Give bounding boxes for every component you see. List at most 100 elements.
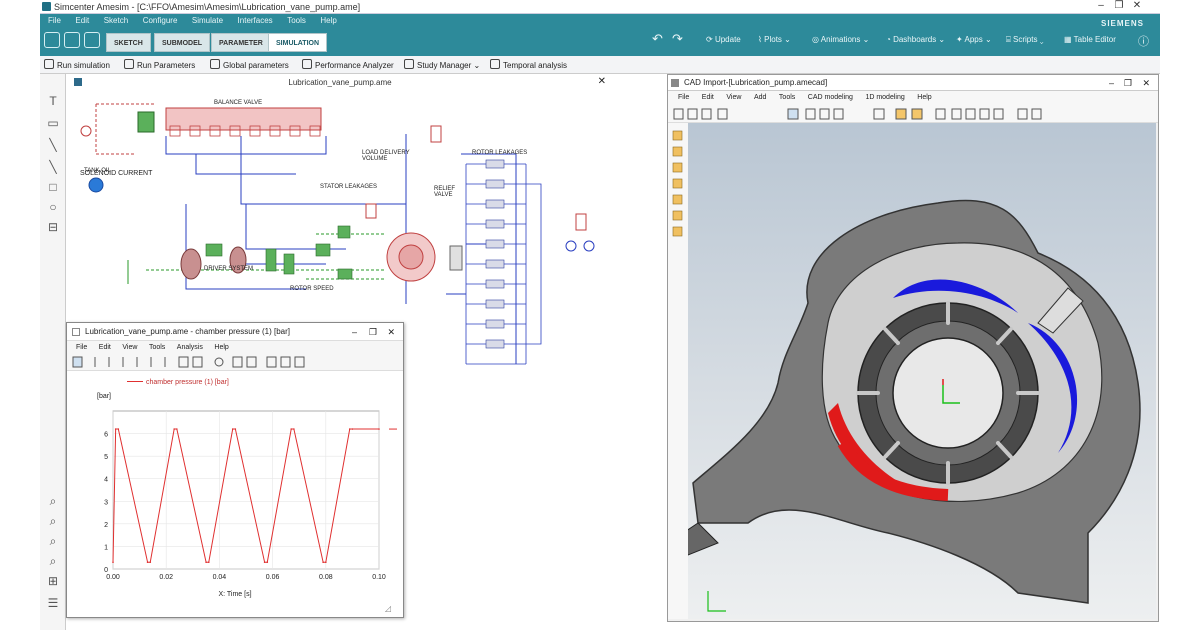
x-tick-label: 0.10 xyxy=(372,574,386,581)
plot-window-icon xyxy=(72,328,80,336)
cad-menu-file[interactable]: File xyxy=(678,94,689,101)
open-folder-icon[interactable] xyxy=(64,32,80,48)
cad-menu-tools[interactable]: Tools xyxy=(779,94,795,101)
label-tank-oil: TANK OIL xyxy=(84,168,111,174)
update-button[interactable]: ⟳ Update xyxy=(706,35,741,44)
menu-configure[interactable]: Configure xyxy=(143,14,178,28)
tab-sketch[interactable]: SKETCH xyxy=(106,33,151,52)
restore-button[interactable]: ❐ xyxy=(1112,0,1126,12)
cad-window-title: CAD Import-[Lubrication_pump.amecad] – ❐… xyxy=(668,75,1158,91)
performance-analyzer-button[interactable]: Performance Analyzer xyxy=(302,59,394,71)
cad-side-toolbar xyxy=(668,123,688,619)
x-tick-label: 0.06 xyxy=(266,574,280,581)
plot-toolbar-icons[interactable] xyxy=(67,353,367,371)
plot-close-button[interactable]: ✕ xyxy=(387,323,395,341)
plot-menu-help[interactable]: Help xyxy=(214,344,228,351)
cad-minimize-button[interactable]: – xyxy=(1109,75,1114,91)
zoom-in-icon[interactable]: ⌕ xyxy=(46,494,60,508)
plot-restore-button[interactable]: ❐ xyxy=(369,323,377,341)
menu-file[interactable]: File xyxy=(48,14,61,28)
library-icon[interactable]: ☰ xyxy=(46,596,60,610)
study-manager-button[interactable]: Study Manager ⌄ xyxy=(404,59,480,71)
plot-menu-file[interactable]: File xyxy=(76,344,87,351)
drawing-tools-panel: T ▭ ╲ ╲ □ ○ ⊟ ⌕ ⌕ ⌕ ⌕ ⊞ ☰ xyxy=(40,74,66,630)
close-button[interactable]: ✕ xyxy=(1130,0,1144,12)
cad-toolbar-icons[interactable] xyxy=(668,105,1068,123)
animations-button[interactable]: ◎ Animations ⌄ xyxy=(812,35,869,44)
data-point xyxy=(234,428,237,430)
plot-menu-analysis[interactable]: Analysis xyxy=(177,344,203,351)
y-tick-label: 6 xyxy=(104,432,108,439)
style-tool-icon[interactable]: ⊟ xyxy=(46,220,60,234)
data-point xyxy=(117,428,120,430)
y-tick-label: 4 xyxy=(104,477,108,484)
scripts-button[interactable]: ⌸ Scripts ⌄ xyxy=(1006,35,1043,45)
cad-menu-1d-modeling[interactable]: 1D modeling xyxy=(865,94,904,101)
tab-parameter[interactable]: PARAMETER xyxy=(211,33,271,52)
menu-simulate[interactable]: Simulate xyxy=(192,14,223,28)
x-tick-label: 0.00 xyxy=(106,574,120,581)
cad-restore-button[interactable]: ❐ xyxy=(1124,75,1132,91)
zoom-fit-icon[interactable]: ⌕ xyxy=(46,534,60,548)
ellipse-tool-icon[interactable]: ○ xyxy=(46,200,60,214)
plot-area[interactable]: [bar] chamber pressure (1) [bar] 0123456… xyxy=(67,371,403,617)
resize-grip-icon[interactable]: ◿ xyxy=(385,604,391,613)
menu-tools[interactable]: Tools xyxy=(287,14,306,28)
data-point xyxy=(263,561,266,564)
global-parameters-button[interactable]: Global parameters xyxy=(210,59,289,71)
data-point xyxy=(231,428,234,430)
zoom-out-icon[interactable]: ⌕ xyxy=(46,514,60,528)
plot-menu-bar: File Edit View Tools Analysis Help xyxy=(67,341,403,353)
cad-menu-add[interactable]: Add xyxy=(754,94,766,101)
app-titlebar: Simcenter Amesim - [C:\FFO\Amesim\Amesim… xyxy=(40,0,1160,14)
minimize-button[interactable]: – xyxy=(1094,0,1108,12)
undo-icon[interactable]: ↶ xyxy=(652,31,663,47)
plot-menu-edit[interactable]: Edit xyxy=(99,344,111,351)
temporal-analysis-button[interactable]: Temporal analysis xyxy=(490,59,567,71)
data-point xyxy=(351,428,354,430)
line-tool-icon[interactable]: ╲ xyxy=(46,138,60,152)
run-simulation-button[interactable]: Run simulation xyxy=(44,59,110,71)
tab-simulation[interactable]: SIMULATION xyxy=(268,33,328,52)
data-point xyxy=(378,428,380,430)
table-editor-button[interactable]: ▦ Table Editor xyxy=(1064,35,1116,44)
plots-button[interactable]: ⌇ Plots ⌄ xyxy=(758,35,791,44)
tab-submodel[interactable]: SUBMODEL xyxy=(154,33,211,52)
x-axis-label: X: Time [s] xyxy=(218,591,252,598)
data-point xyxy=(149,561,152,564)
help-icon[interactable]: ⓘ xyxy=(1138,33,1149,49)
plot-menu-tools[interactable]: Tools xyxy=(149,344,165,351)
plot-minimize-button[interactable]: – xyxy=(352,323,357,341)
run-parameters-button[interactable]: Run Parameters xyxy=(124,59,195,71)
menu-sketch[interactable]: Sketch xyxy=(104,14,128,28)
cad-close-button[interactable]: ✕ xyxy=(1142,75,1150,91)
redo-icon[interactable]: ↷ xyxy=(672,31,683,47)
cad-menu-cad-modeling[interactable]: CAD modeling xyxy=(808,94,853,101)
label-rotor-leakages: ROTOR LEAKAGES xyxy=(472,150,528,156)
dashboards-button[interactable]: ◔ Dashboards ⌄ xyxy=(886,35,945,44)
plot-menu-view[interactable]: View xyxy=(122,344,137,351)
label-balance-valve: BALANCE VALVE xyxy=(214,100,263,106)
polyline-tool-icon[interactable]: ╲ xyxy=(46,160,60,174)
cad-3d-viewport[interactable] xyxy=(667,123,1156,619)
layout-icon[interactable]: ⊞ xyxy=(46,574,60,588)
new-file-icon[interactable] xyxy=(44,32,60,48)
menu-help[interactable]: Help xyxy=(320,14,336,28)
label-driver-system: DRIVER SYSTEM xyxy=(204,266,254,272)
vane-pump-3d-model xyxy=(667,199,1141,612)
rectangle-tool-icon[interactable]: □ xyxy=(46,180,60,194)
image-tool-icon[interactable]: ▭ xyxy=(46,116,60,130)
zoom-area-icon[interactable]: ⌕ xyxy=(46,554,60,568)
data-point xyxy=(176,428,178,430)
apps-button[interactable]: ✦ Apps ⌄ xyxy=(956,35,992,44)
menu-interfaces[interactable]: Interfaces xyxy=(238,14,273,28)
save-icon[interactable] xyxy=(84,32,100,48)
plot-title-text: Lubrication_vane_pump.ame - chamber pres… xyxy=(85,327,290,336)
menu-edit[interactable]: Edit xyxy=(75,14,89,28)
cad-menu-view[interactable]: View xyxy=(726,94,741,101)
ribbon: SKETCH SUBMODEL PARAMETER SIMULATION ↶ ↷… xyxy=(40,28,1160,56)
cad-menu-help[interactable]: Help xyxy=(917,94,931,101)
cad-menu-edit[interactable]: Edit xyxy=(702,94,714,101)
text-tool-icon[interactable]: T xyxy=(46,94,60,108)
data-point xyxy=(146,561,149,564)
